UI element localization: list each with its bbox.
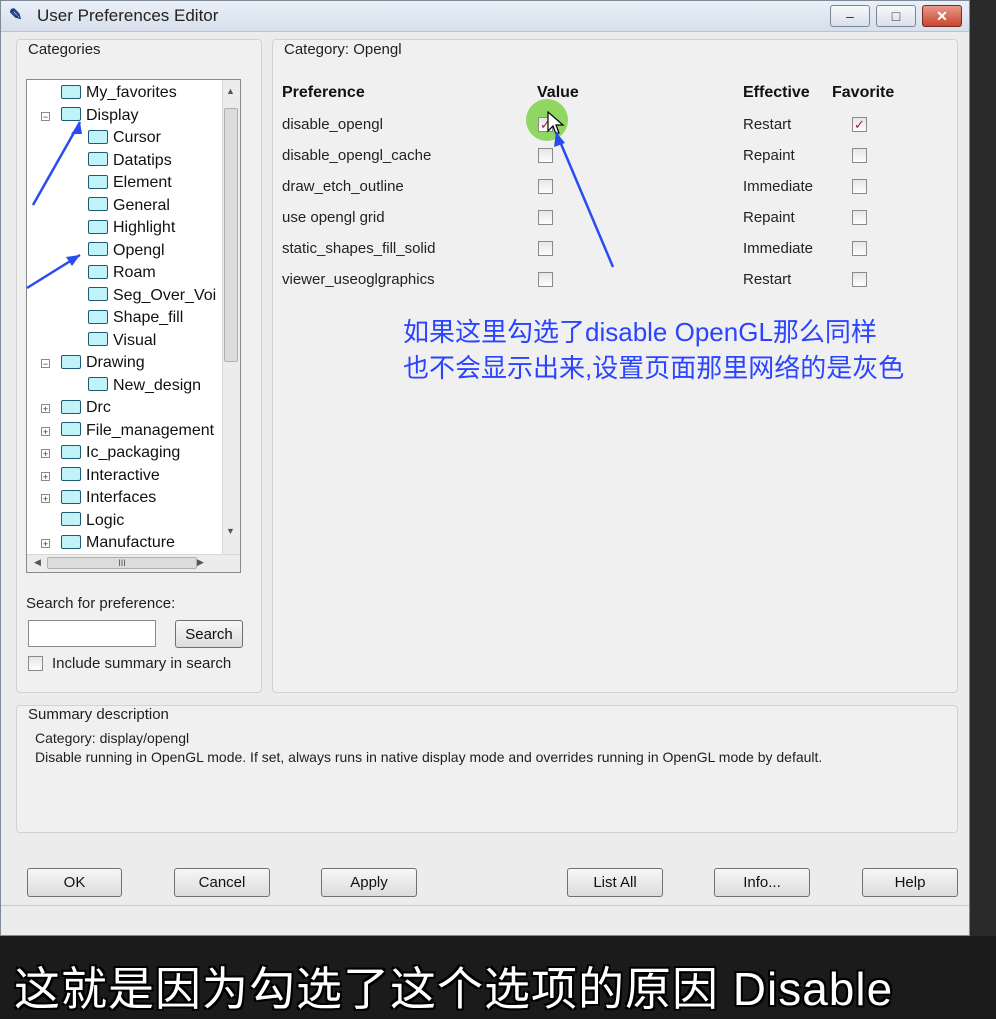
arrow-head-opengl [66, 255, 80, 266]
annotation-text: 如果这里勾选了disable OpenGL那么同样 也不会显示出来,设置页面那里… [403, 314, 973, 386]
video-subtitle: 这就是因为勾选了这个选项的原因 Disable [14, 963, 894, 1015]
arrow-to-checkbox [554, 131, 615, 268]
annotation-line-1: 如果这里勾选了disable OpenGL那么同样 [403, 317, 877, 347]
annotation-arrows [26, 121, 615, 290]
annotation-line-2: 也不会显示出来,设置页面那里网络的是灰色 [403, 353, 905, 383]
arrow-to-display [31, 121, 82, 206]
